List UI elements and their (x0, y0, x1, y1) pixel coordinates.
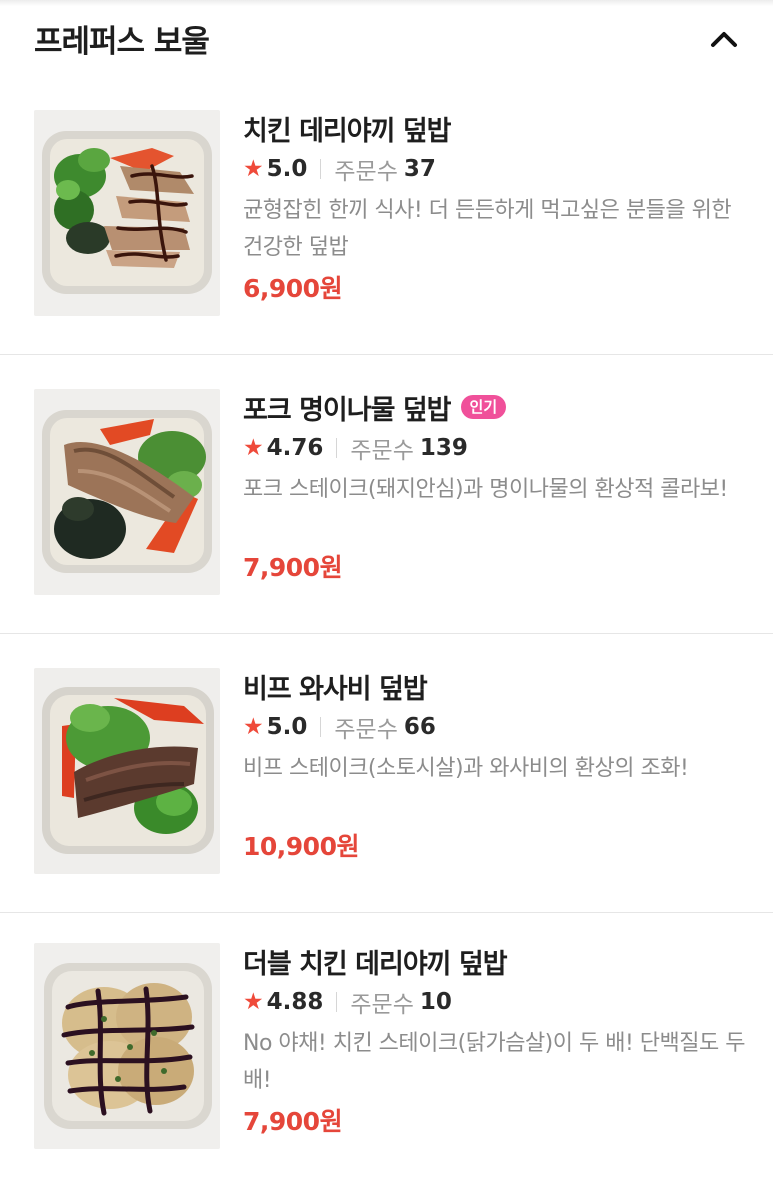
menu-item-price: 10,900원 (243, 832, 359, 861)
menu-item-name: 더블 치킨 데리야끼 덮밥 (243, 948, 508, 980)
menu-item-photo (34, 668, 220, 874)
menu-item[interactable]: 비프 와사비 덮밥 ★ 5.0 주문수 66 비프 스테이크(소토시살)과 와사… (0, 634, 773, 913)
orders-count: 66 (403, 714, 436, 740)
menu-item[interactable]: 포크 명이나물 덮밥 인기 ★ 4.76 주문수 139 포크 스테이크(돼지안… (0, 355, 773, 634)
menu-item-description: 균형잡힌 한끼 식사! 더 든든하게 먹고싶은 분들을 위한 건강한 덮밥 (243, 198, 732, 260)
menu-item[interactable]: 더블 치킨 데리야끼 덮밥 ★ 4.88 주문수 10 No 야채! 치킨 스테… (0, 909, 773, 1187)
menu-item-meta: ★ 5.0 주문수 37 (243, 152, 748, 186)
menu-item-rating: 5.0 (266, 714, 308, 740)
menu-item-photo (34, 110, 220, 316)
menu-item-rating: 5.0 (266, 156, 308, 182)
meta-separator (320, 717, 322, 737)
menu-item-price: 6,900원 (243, 274, 343, 303)
menu-item-meta: ★ 5.0 주문수 66 (243, 710, 748, 744)
orders-count: 37 (403, 156, 436, 182)
menu-item[interactable]: 치킨 데리야끼 덮밥 ★ 5.0 주문수 37 균형잡힌 한끼 식사! 더 든든… (0, 76, 773, 355)
menu-item-description: 비프 스테이크(소토시살)과 와사비의 환상의 조화! (243, 756, 689, 781)
orders-label: 주문수 (350, 992, 414, 1018)
menu-item-name: 포크 명이나물 덮밥 (243, 394, 452, 426)
menu-item-description: No 야채! 치킨 스테이크(닭가슴살)이 두 배! 단백질도 두 배! (243, 1031, 745, 1093)
menu-item-info: 포크 명이나물 덮밥 인기 ★ 4.76 주문수 139 포크 스테이크(돼지안… (243, 387, 748, 584)
menu-item-price: 7,900원 (243, 553, 343, 582)
meta-separator (336, 438, 338, 458)
menu-item-photo (34, 389, 220, 595)
menu-item-meta: ★ 4.76 주문수 139 (243, 431, 748, 465)
menu-item-rating: 4.88 (266, 989, 324, 1015)
menu-item-name: 비프 와사비 덮밥 (243, 673, 428, 705)
menu-item-photo (34, 943, 220, 1149)
section-title: 프레퍼스 보울 (34, 24, 210, 60)
menu-item-description: 포크 스테이크(돼지안심)과 명이나물의 환상적 콜라보! (243, 477, 728, 502)
meta-separator (320, 159, 322, 179)
star-icon: ★ (243, 156, 264, 182)
orders-count: 10 (419, 989, 452, 1015)
star-icon: ★ (243, 435, 264, 461)
menu-item-info: 비프 와사비 덮밥 ★ 5.0 주문수 66 비프 스테이크(소토시살)과 와사… (243, 666, 748, 863)
orders-count: 139 (419, 435, 468, 461)
star-icon: ★ (243, 989, 264, 1015)
menu-item-meta: ★ 4.88 주문수 10 (243, 985, 748, 1019)
menu-item-price: 7,900원 (243, 1107, 343, 1136)
menu-item-info: 치킨 데리야끼 덮밥 ★ 5.0 주문수 37 균형잡힌 한끼 식사! 더 든든… (243, 108, 748, 305)
menu-item-name-row: 더블 치킨 데리야끼 덮밥 (243, 941, 748, 981)
menu-item-rating: 4.76 (266, 435, 324, 461)
menu-item-info: 더블 치킨 데리야끼 덮밥 ★ 4.88 주문수 10 No 야채! 치킨 스테… (243, 941, 748, 1138)
orders-label: 주문수 (334, 717, 398, 743)
menu-item-name-row: 포크 명이나물 덮밥 인기 (243, 387, 748, 427)
popular-badge: 인기 (460, 395, 507, 419)
menu-item-name-row: 비프 와사비 덮밥 (243, 666, 748, 706)
collapse-button[interactable] (702, 20, 746, 60)
chevron-up-icon (711, 32, 737, 47)
menu-item-name: 치킨 데리야끼 덮밥 (243, 115, 452, 147)
menu-item-name-row: 치킨 데리야끼 덮밥 (243, 108, 748, 148)
section-header[interactable]: 프레퍼스 보울 (0, 0, 773, 78)
meta-separator (336, 992, 338, 1012)
orders-label: 주문수 (350, 438, 414, 464)
orders-label: 주문수 (334, 159, 398, 185)
star-icon: ★ (243, 714, 264, 740)
